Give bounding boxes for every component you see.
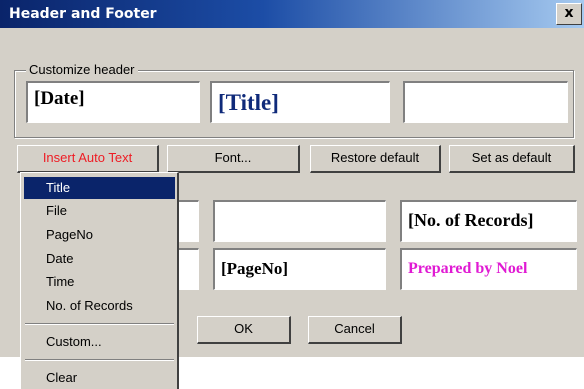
cancel-button-label: Cancel [334,321,375,336]
menu-item-clear-label: Clear [46,370,78,385]
menu-item-date[interactable]: Date [24,248,175,270]
menu-item-no-of-records-label: No. of Records [46,298,133,313]
header-center-field[interactable]: [Title] [210,81,390,123]
font-button-label: Font... [214,150,252,165]
dialog-title: Header and Footer [9,6,157,22]
menu-item-custom[interactable]: Custom... [24,331,175,353]
menu-item-title[interactable]: Title [24,177,175,199]
menu-separator [25,323,174,325]
close-button[interactable]: x [556,3,582,25]
footer-right-text-2: Prepared by Noel [408,260,528,277]
insert-auto-text-label: Insert Auto Text [42,150,133,165]
header-right-field[interactable] [403,81,568,123]
close-icon: x [564,5,574,21]
menu-separator [25,359,174,361]
font-button[interactable]: Font... [167,145,300,173]
menu-item-pageno-label: PageNo [46,227,93,242]
menu-item-clear[interactable]: Clear [24,367,175,389]
ok-button[interactable]: OK [197,316,291,344]
set-as-default-label: Set as default [471,150,552,165]
footer-left-field-2[interactable] [176,248,199,290]
restore-default-label: Restore default [330,150,420,165]
menu-item-custom-label: Custom... [46,334,102,349]
footer-right-text-1: [No. of Records] [408,210,534,230]
header-left-text: [Date] [34,88,85,109]
footer-center-text-2: [PageNo] [221,259,289,278]
insert-auto-text-menu: Title File PageNo Date Time No. of Recor… [20,172,179,389]
insert-auto-text-button[interactable]: Insert Auto Text [17,145,159,173]
set-as-default-button[interactable]: Set as default [449,145,575,173]
title-bar: Header and Footer x [0,0,584,28]
header-left-field[interactable]: [Date] [26,81,200,123]
menu-item-date-label: Date [46,251,74,266]
restore-default-button[interactable]: Restore default [310,145,441,173]
footer-left-field-1[interactable] [176,200,199,242]
footer-right-field-2[interactable]: Prepared by Noel [400,248,577,290]
ok-button-label: OK [234,321,253,336]
menu-item-pageno[interactable]: PageNo [24,224,175,246]
footer-center-field-1[interactable] [213,200,386,242]
menu-item-time[interactable]: Time [24,271,175,293]
menu-item-no-of-records[interactable]: No. of Records [24,295,175,317]
footer-right-field-1[interactable]: [No. of Records] [400,200,577,242]
cancel-button[interactable]: Cancel [308,316,402,344]
header-center-text: [Title] [218,90,279,115]
menu-item-file[interactable]: File [24,200,175,222]
footer-center-field-2[interactable]: [PageNo] [213,248,386,290]
customize-header-label: Customize header [26,62,138,77]
menu-item-title-label: Title [46,180,71,195]
menu-item-file-label: File [46,203,67,218]
menu-item-time-label: Time [46,274,75,289]
